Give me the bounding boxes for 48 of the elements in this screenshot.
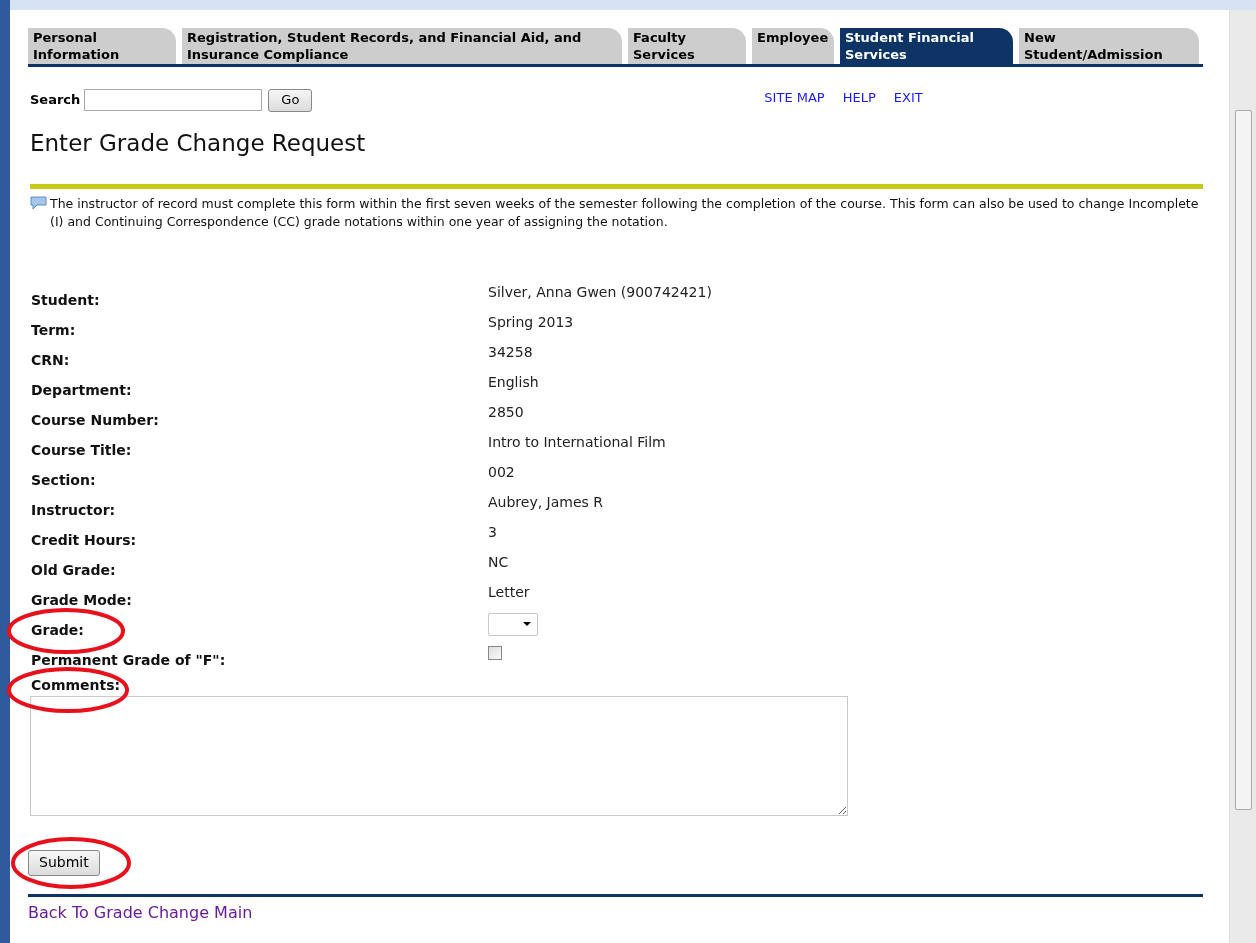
field-value: Intro to International Film [488, 433, 666, 450]
go-button[interactable]: Go [268, 88, 313, 112]
grade-dropdown[interactable] [488, 612, 538, 636]
field-label: Section: [31, 471, 96, 488]
field-value: 2850 [488, 403, 524, 420]
nav-link[interactable]: HELP [842, 88, 876, 108]
field-label: CRN: [31, 351, 70, 368]
submit-button[interactable]: Submit [28, 849, 100, 876]
field-value: Spring 2013 [488, 313, 574, 330]
field-label: Course Number: [31, 411, 159, 428]
field-label: Grade Mode: [31, 591, 132, 608]
nav-link[interactable]: SITE MAP [764, 88, 825, 108]
field-label: Credit Hours: [31, 531, 137, 548]
search-field[interactable] [84, 89, 263, 111]
field-value: Silver, Anna Gwen (900742421) [488, 283, 712, 300]
nav-tab[interactable]: Employee [752, 28, 834, 64]
scrollbar[interactable] [1229, 10, 1256, 943]
page-title: Enter Grade Change Request [30, 129, 367, 158]
field-value: 34258 [488, 343, 533, 360]
nav-tab[interactable]: Registration, Student Records, and Financial Aid, and Insurance Compliance [182, 28, 622, 64]
field-value: Letter [488, 583, 530, 600]
field-value: Aubrey, James R [488, 493, 603, 510]
field-label: Grade: [31, 621, 84, 638]
scrollbar-thumb[interactable] [1234, 110, 1252, 810]
field-label: Instructor: [31, 501, 116, 518]
nav-link[interactable]: EXIT [893, 88, 923, 108]
search-label: Search [30, 91, 81, 110]
field-value: 002 [488, 463, 515, 480]
field-label: Comments: [31, 676, 121, 693]
field-value: 3 [488, 523, 497, 540]
nav-tab[interactable]: Faculty Services [628, 28, 746, 64]
comment-icon [30, 195, 47, 210]
field-label: Course Title: [31, 441, 132, 458]
instruction-text: The instructor of record must complete this form within the first seven weeks of the semester following the completion of the course. This form can also be used to change Incomplete (I) and Continuing Correspondence (CC) grade notations within one year of assigning the notation. [50, 194, 1200, 231]
nav-tab[interactable]: Student Financial Services [840, 28, 1013, 64]
checkbox[interactable] [488, 645, 502, 660]
field-value: NC [488, 553, 509, 570]
field-label: Student: [31, 291, 100, 308]
field-label: Department: [31, 381, 132, 398]
dropdown-caret-icon [523, 622, 531, 626]
field-label: Old Grade: [31, 561, 116, 578]
nav-tab[interactable]: New Student/Admission [1019, 28, 1199, 64]
field-label: Permanent Grade of "F": [31, 651, 226, 668]
field-value: English [488, 373, 539, 390]
back-link[interactable]: Back To Grade Change Main [28, 900, 1228, 925]
field-label: Term: [31, 321, 76, 338]
comments-field[interactable] [30, 695, 848, 816]
nav-tab[interactable]: Personal Information [28, 28, 176, 64]
